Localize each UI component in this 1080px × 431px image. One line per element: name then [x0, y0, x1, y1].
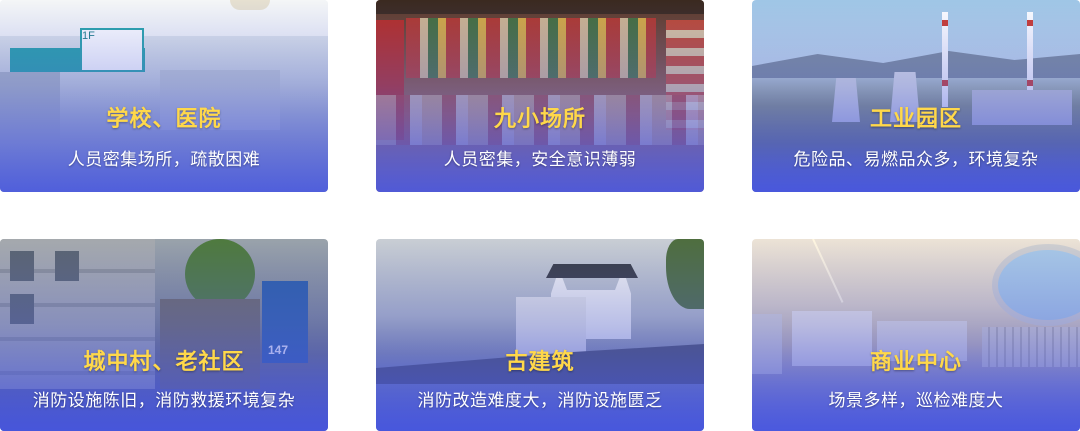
- card-subtitle: 消防设施陈旧，消防救援环境复杂: [32, 391, 296, 411]
- card-subtitle: 危险品、易燃品众多，环境复杂: [793, 150, 1039, 170]
- scenario-card-urban-village[interactable]: 147 城中村、老社区 消防设施陈旧，消防救援环境复杂: [0, 239, 328, 431]
- card-title: 商业中心: [869, 350, 962, 375]
- card-title: 学校、医院: [106, 107, 222, 132]
- card-subtitle: 消防改造难度大，消防设施匮乏: [417, 391, 663, 411]
- scenario-card-ancient-building[interactable]: 古建筑 消防改造难度大，消防设施匮乏: [376, 239, 704, 431]
- card-title: 古建筑: [505, 350, 575, 375]
- card-title: 工业园区: [869, 107, 962, 132]
- scenario-card-commercial-center[interactable]: 商业中心 场景多样，巡检难度大: [752, 239, 1080, 431]
- card-subtitle: 场景多样，巡检难度大: [828, 391, 1004, 411]
- scenario-card-industrial-park[interactable]: 工业园区 危险品、易燃品众多，环境复杂: [752, 0, 1080, 192]
- card-subtitle: 人员密集，安全意识薄弱: [443, 150, 637, 170]
- card-subtitle: 人员密集场所，疏散困难: [67, 150, 261, 170]
- card-title: 城中村、老社区: [83, 350, 245, 375]
- scenario-card-school-hospital[interactable]: 1F 学校、医院 人员密集场所，疏散困难: [0, 0, 328, 192]
- scenario-card-small-venues[interactable]: 九小场所 人员密集，安全意识薄弱: [376, 0, 704, 192]
- card-title: 九小场所: [493, 107, 586, 132]
